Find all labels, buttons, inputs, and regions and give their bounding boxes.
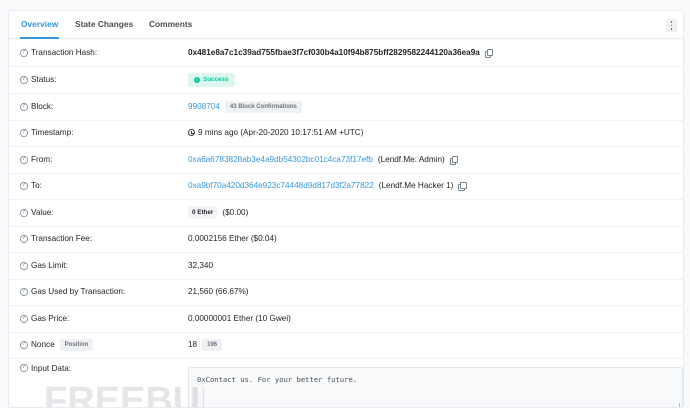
gas-limit-value: 32,340 (188, 261, 214, 271)
row-from: ? From: 0xa6a6783828ab3e4a9db54302bc01c4c… (9, 147, 683, 174)
resize-grip-icon[interactable] (675, 403, 680, 407)
tab-state-changes[interactable]: State Changes (75, 11, 133, 39)
question-circle-icon[interactable]: ? (20, 288, 28, 296)
input-data-textarea[interactable]: 0xContact us. For your better future. (188, 367, 683, 407)
tab-overview[interactable]: Overview (20, 11, 60, 39)
question-circle-icon[interactable]: ? (20, 364, 28, 372)
label-timestamp: Timestamp: (31, 128, 74, 138)
label-block: Block: (31, 102, 54, 112)
block-number-link[interactable]: 9908704 (188, 102, 220, 111)
question-circle-icon[interactable]: ? (20, 49, 28, 57)
row-status: ? Status: ✓ Success (9, 67, 683, 94)
row-gas-limit: ? Gas Limit: 32,340 (9, 253, 683, 280)
question-circle-icon[interactable]: ? (20, 235, 28, 243)
row-transaction-hash: ? Transaction Hash: 0x481e8a7c1c39ad755fb… (9, 40, 683, 67)
vertical-ellipsis-icon[interactable] (666, 19, 677, 32)
label-status: Status: (31, 75, 57, 85)
row-nonce: ? Nonce Position 18 196 (9, 332, 683, 359)
row-block: ? Block: 9908704 43 Block Confirmations (9, 94, 683, 121)
tab-bar: Overview State Changes Comments (9, 11, 683, 39)
label-gas-used: Gas Used by Transaction: (31, 287, 126, 297)
label-value: Value: (31, 208, 54, 218)
freebuf-watermark: FREEBUF (44, 380, 204, 408)
transaction-fee-value: 0.0002156 Ether ($0.04) (188, 234, 277, 244)
input-data-text: 0xContact us. For your better future. (197, 375, 358, 384)
clock-icon (188, 129, 195, 137)
row-timestamp: ? Timestamp: 9 mins ago (Apr-20-2020 10:1… (9, 120, 683, 147)
from-address-name: (Lendf.Me: Admin) (377, 155, 445, 165)
value-usd: ($0.00) (222, 208, 249, 218)
question-circle-icon[interactable]: ? (20, 156, 28, 164)
label-gas-limit: Gas Limit: (31, 261, 68, 271)
copy-icon[interactable] (449, 155, 459, 166)
label-input-data: Input Data: (31, 363, 72, 373)
label-gas-price: Gas Price: (31, 314, 70, 324)
status-badge: ✓ Success (188, 72, 235, 87)
label-from: From: (31, 155, 53, 165)
block-confirmations-badge: 43 Block Confirmations (224, 100, 302, 113)
timestamp-value: 9 mins ago (Apr-20-2020 10:17:51 AM +UTC… (198, 128, 364, 138)
row-value: ? Value: 0 Ether ($0.00) (9, 200, 683, 227)
row-gas-price: ? Gas Price: 0.00000001 Ether (10 Gwei) (9, 306, 683, 333)
value-amount-badge: 0 Ether (188, 206, 218, 220)
to-address-link[interactable]: 0xa9bf70a420d364e923c74448d9d817d3f2a778… (188, 181, 374, 190)
status-text: Success (203, 76, 229, 84)
copy-icon[interactable] (458, 181, 467, 192)
label-nonce: Nonce (31, 340, 55, 350)
question-circle-icon[interactable]: ? (20, 262, 28, 270)
question-circle-icon[interactable]: ? (20, 315, 28, 323)
from-address-link[interactable]: 0xa6a6783828ab3e4a9db54302bc01c4ca73f17e… (188, 155, 373, 164)
question-circle-icon[interactable]: ? (20, 209, 28, 217)
gas-used-value: 21,560 (66.67%) (188, 287, 249, 297)
position-badge: Position (59, 338, 94, 351)
label-transaction-fee: Transaction Fee: (31, 234, 93, 244)
question-circle-icon[interactable]: ? (20, 341, 28, 349)
transaction-hash-value: 0x481e8a7c1c39ad755fbae3f7cf030b4a10f94b… (188, 48, 480, 58)
question-circle-icon[interactable]: ? (20, 129, 28, 137)
label-transaction-hash: Transaction Hash: (31, 48, 98, 58)
watermark-text: FREEBUF (44, 380, 204, 408)
label-to: To: (31, 181, 42, 191)
copy-icon[interactable] (484, 48, 494, 59)
to-address-name: (Lendf.Me Hacker 1) (378, 181, 454, 191)
tab-comments[interactable]: Comments (149, 11, 192, 39)
gas-price-value: 0.00000001 Ether (10 Gwei) (188, 314, 291, 324)
check-circle-icon: ✓ (194, 76, 200, 83)
nonce-value: 18 (188, 340, 198, 350)
row-gas-used: ? Gas Used by Transaction: 21,560 (66.67%… (9, 279, 683, 306)
row-transaction-fee: ? Transaction Fee: 0.0002156 Ether ($0.04… (9, 226, 683, 253)
position-value-badge: 196 (202, 338, 223, 351)
row-to: ? To: 0xa9bf70a420d364e923c74448d9d817d3f… (9, 173, 683, 200)
question-circle-icon[interactable]: ? (20, 182, 28, 190)
question-circle-icon[interactable]: ? (20, 76, 28, 84)
transaction-details-card: Overview State Changes Comments ? Transac… (8, 10, 684, 408)
question-circle-icon[interactable]: ? (20, 103, 28, 111)
